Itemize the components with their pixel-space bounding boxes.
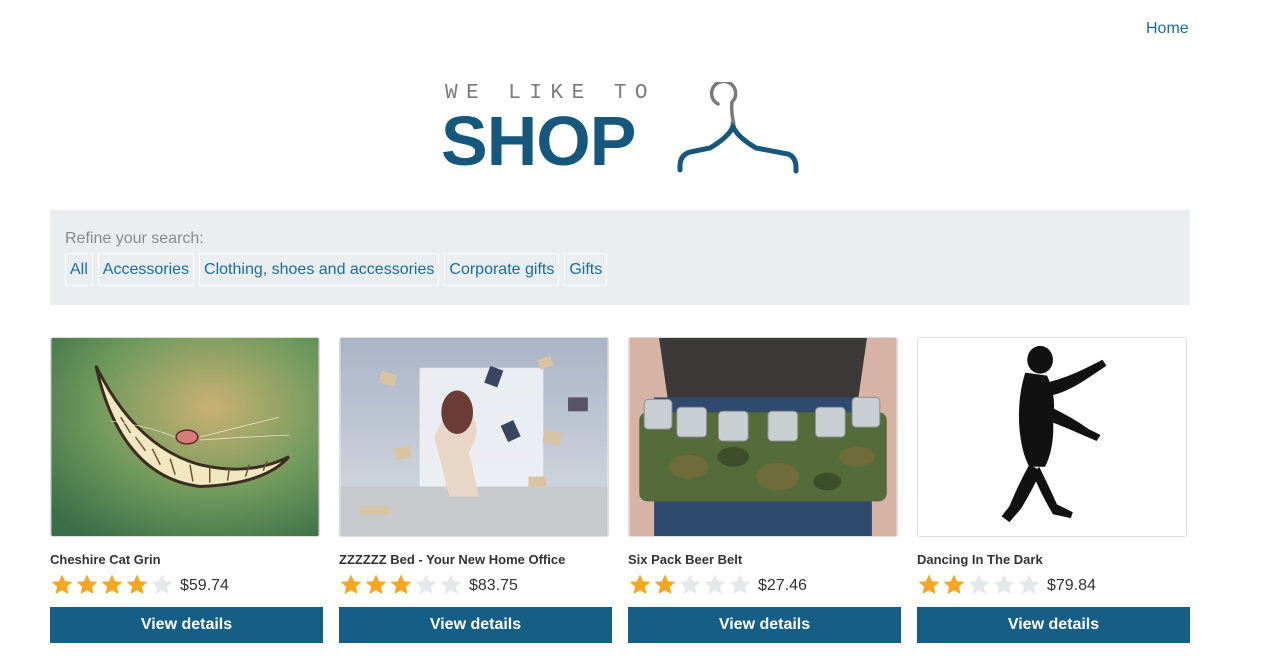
- star-filled-icon: [340, 574, 362, 594]
- product-price: $79.84: [1047, 577, 1096, 594]
- filter-tag-corporate-gifts[interactable]: Corporate gifts: [444, 253, 560, 286]
- filter-tag-clothing[interactable]: Clothing, shoes and accessories: [199, 253, 440, 286]
- star-filled-icon: [101, 574, 123, 594]
- star-filled-icon: [918, 574, 940, 594]
- star-filled-icon: [390, 574, 412, 594]
- product-rating-row: $83.75: [339, 572, 610, 596]
- star-empty-icon: [151, 574, 173, 594]
- filter-tags: All Accessories Clothing, shoes and acce…: [65, 253, 608, 286]
- product-card: Six Pack Beer Belt $27.46 View details: [628, 337, 901, 643]
- beer-belt-image: [629, 338, 897, 536]
- view-details-button[interactable]: View details: [917, 607, 1190, 643]
- product-card: Cheshire Cat Grin $59.74 View details: [50, 337, 323, 643]
- star-empty-icon: [729, 574, 751, 594]
- product-name: Cheshire Cat Grin: [50, 552, 161, 567]
- logo-wordmark: SHOP: [441, 102, 636, 180]
- star-filled-icon: [654, 574, 676, 594]
- filter-tag-all[interactable]: All: [65, 253, 93, 286]
- product-image[interactable]: [917, 337, 1187, 537]
- product-price: $27.46: [758, 577, 807, 594]
- star-filled-icon: [365, 574, 387, 594]
- view-details-button[interactable]: View details: [339, 607, 612, 643]
- star-empty-icon: [968, 574, 990, 594]
- product-name: Six Pack Beer Belt: [628, 552, 743, 567]
- product-rating-row: $59.74: [50, 572, 321, 596]
- home-link[interactable]: Home: [1146, 20, 1189, 38]
- star-rating: [339, 573, 463, 595]
- product-rating-row: $79.84: [917, 572, 1188, 596]
- filter-label: Refine your search:: [65, 230, 204, 247]
- product-card: Dancing In The Dark $79.84 View details: [917, 337, 1190, 643]
- star-rating: [50, 573, 174, 595]
- product-image[interactable]: [628, 337, 898, 537]
- product-image[interactable]: [50, 337, 320, 537]
- star-filled-icon: [126, 574, 148, 594]
- product-price: $59.74: [180, 577, 229, 594]
- star-filled-icon: [629, 574, 651, 594]
- filter-panel: Refine your search: All Accessories Clot…: [50, 210, 1190, 305]
- star-empty-icon: [415, 574, 437, 594]
- product-rating-row: $27.46: [628, 572, 899, 596]
- floating-books-bed-image: [340, 338, 608, 536]
- filter-tag-accessories[interactable]: Accessories: [97, 253, 195, 286]
- star-empty-icon: [1018, 574, 1040, 594]
- product-card: ZZZZZZ Bed - Your New Home Office $83.75…: [339, 337, 612, 643]
- view-details-button[interactable]: View details: [50, 607, 323, 643]
- star-empty-icon: [704, 574, 726, 594]
- star-empty-icon: [993, 574, 1015, 594]
- star-empty-icon: [440, 574, 462, 594]
- product-name: Dancing In The Dark: [917, 552, 1043, 567]
- cheshire-cat-grin-image: [51, 338, 319, 536]
- shop-logo: WE LIKE TO SHOP: [440, 82, 800, 180]
- filter-tag-gifts[interactable]: Gifts: [564, 253, 608, 286]
- product-image[interactable]: [339, 337, 609, 537]
- view-details-button[interactable]: View details: [628, 607, 901, 643]
- product-name: ZZZZZZ Bed - Your New Home Office: [339, 552, 566, 567]
- star-filled-icon: [76, 574, 98, 594]
- star-rating: [628, 573, 752, 595]
- star-filled-icon: [943, 574, 965, 594]
- hanger-icon: [677, 82, 799, 174]
- dancing-silhouette-image: [918, 338, 1186, 536]
- star-empty-icon: [679, 574, 701, 594]
- product-grid: Cheshire Cat Grin $59.74 View details ZZ…: [50, 337, 1190, 643]
- star-filled-icon: [51, 574, 73, 594]
- star-rating: [917, 573, 1041, 595]
- product-price: $83.75: [469, 577, 518, 594]
